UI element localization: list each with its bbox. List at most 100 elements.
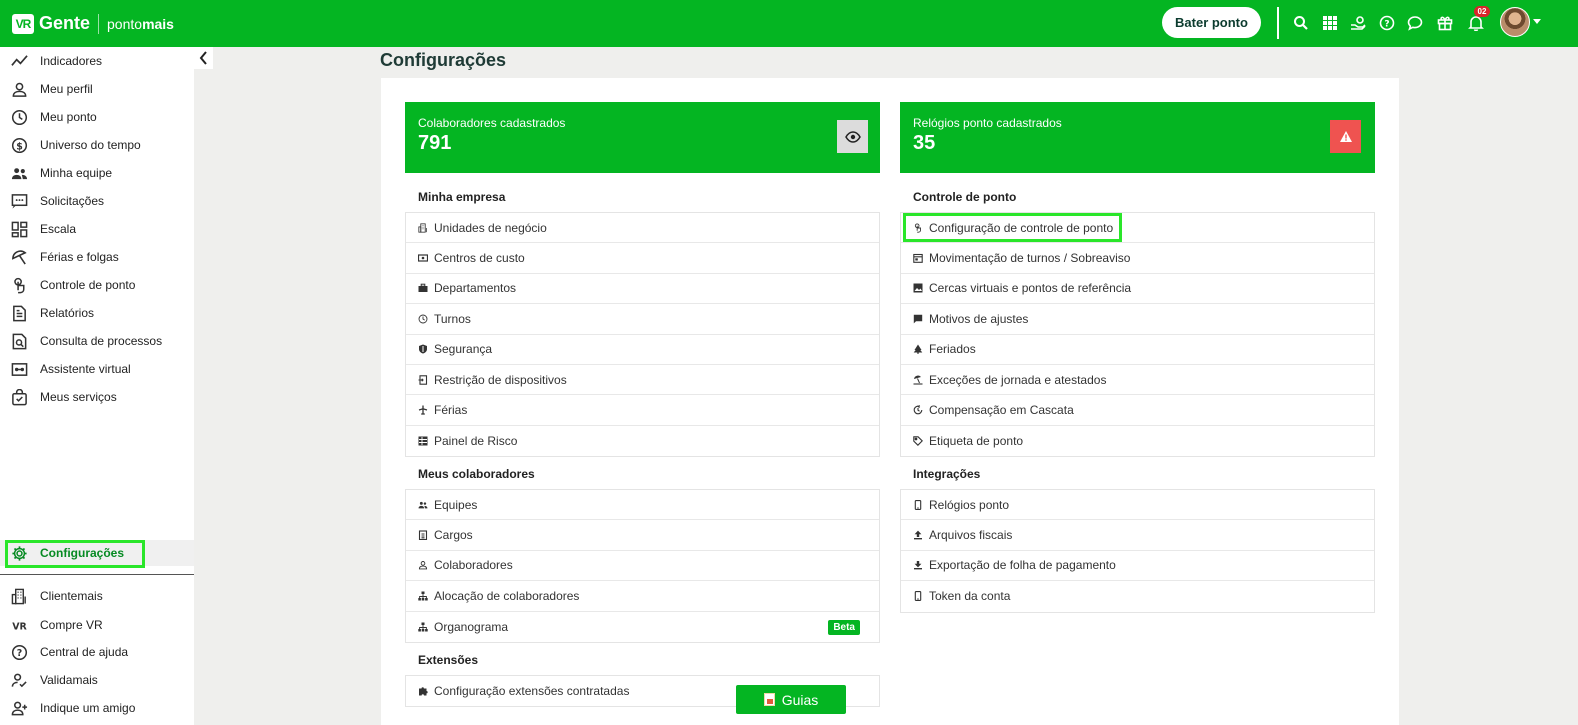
- sidebar-item-assistente-virtual[interactable]: Assistente virtual: [0, 356, 194, 382]
- download-icon: [913, 560, 923, 570]
- sidebar-item-relatorios[interactable]: Relatórios: [0, 300, 194, 326]
- settings-link[interactable]: Organograma Beta: [406, 612, 879, 642]
- settings-link[interactable]: Departamentos: [406, 274, 879, 305]
- stat-label: Colaboradores cadastrados: [418, 116, 566, 130]
- table-icon: [418, 436, 428, 446]
- settings-link[interactable]: Etiqueta de ponto: [901, 426, 1374, 456]
- settings-link-label: Departamentos: [434, 281, 517, 296]
- settings-link[interactable]: Movimentação de turnos / Sobreaviso: [901, 243, 1374, 274]
- settings-link[interactable]: Exceções de jornada e atestados: [901, 365, 1374, 396]
- map-image-icon: [913, 283, 923, 293]
- settings-link[interactable]: Feriados: [901, 335, 1374, 365]
- section-title: Integrações: [913, 467, 981, 481]
- message-dots-icon: [10, 192, 28, 210]
- header-divider: [1277, 7, 1279, 39]
- settings-link[interactable]: Motivos de ajustes: [901, 304, 1374, 335]
- chevron-left-icon: [199, 51, 207, 65]
- settings-link[interactable]: Equipes: [406, 490, 879, 521]
- settings-link[interactable]: Painel de Risco: [406, 426, 879, 456]
- settings-link[interactable]: Cercas virtuais e pontos de referência: [901, 274, 1374, 305]
- gift-icon[interactable]: [1436, 14, 1454, 32]
- avatar[interactable]: [1500, 7, 1530, 37]
- apps-grid-icon[interactable]: [1321, 14, 1339, 32]
- settings-link[interactable]: Unidades de negócio: [406, 213, 879, 244]
- settings-link[interactable]: Turnos: [406, 304, 879, 335]
- settings-link[interactable]: Exportação de folha de pagamento: [901, 551, 1374, 582]
- sidebar-item-configuracoes[interactable]: Configurações: [0, 540, 194, 568]
- settings-link[interactable]: Arquivos fiscais: [901, 520, 1374, 551]
- settings-link[interactable]: Centros de custo: [406, 243, 879, 274]
- settings-link-label: Equipes: [434, 497, 478, 512]
- sidebar-item-label: Relatórios: [40, 306, 95, 320]
- sidebar-item-indique-um-amigo[interactable]: Indique um amigo: [0, 695, 194, 721]
- time-clocks-alert-button[interactable]: [1330, 120, 1361, 153]
- collapse-sidebar-button[interactable]: [194, 47, 213, 69]
- brand-logo[interactable]: VR Gente pontomais: [12, 13, 174, 34]
- sidebar-item-meu-ponto[interactable]: Meu ponto: [0, 104, 194, 130]
- sidebar-item-label: Assistente virtual: [40, 362, 131, 376]
- settings-link-label: Alocação de colaboradores: [434, 588, 580, 603]
- help-icon[interactable]: ?: [1378, 14, 1396, 32]
- view-employees-button[interactable]: [837, 120, 868, 153]
- settings-link-label: Exceções de jornada e atestados: [929, 372, 1107, 387]
- settings-link[interactable]: Férias: [406, 395, 879, 426]
- sidebar-item-escala[interactable]: Escala: [0, 216, 194, 242]
- settings-link[interactable]: Restrição de dispositivos: [406, 365, 879, 396]
- settings-link-label: Arquivos fiscais: [929, 528, 1013, 543]
- sidebar-item-compre-vr[interactable]: VR Compre VR: [0, 612, 194, 638]
- settings-list: Unidades de negócio Centros de custo Depar…: [405, 212, 880, 458]
- settings-link-label: Turnos: [434, 311, 471, 326]
- chat-icon[interactable]: [1406, 14, 1424, 32]
- sidebar-item-validamais[interactable]: Validamais: [0, 667, 194, 693]
- svg-text:?: ?: [1384, 20, 1389, 30]
- settings-link[interactable]: Segurança: [406, 335, 879, 365]
- search-icon[interactable]: [1292, 14, 1310, 32]
- settings-link-label: Segurança: [434, 342, 493, 357]
- org-chart-icon: [418, 622, 428, 632]
- settings-link[interactable]: Relógios ponto: [901, 490, 1374, 521]
- vr-logo-icon: VR: [10, 616, 28, 634]
- sidebar-item-clientemais[interactable]: Clientemais: [0, 583, 194, 609]
- sidebar-item-consulta-de-processos[interactable]: Consulta de processos: [0, 328, 194, 354]
- search-document-icon: [10, 332, 28, 350]
- settings-link[interactable]: Alocação de colaboradores: [406, 581, 879, 612]
- sidebar-item-ferias-e-folgas[interactable]: Férias e folgas: [0, 244, 194, 270]
- settings-link[interactable]: Token da conta: [901, 581, 1374, 611]
- id-badge-icon: [418, 530, 428, 541]
- settings-link-label: Cercas virtuais e pontos de referência: [929, 281, 1132, 296]
- settings-link[interactable]: Compensação em Cascata: [901, 395, 1374, 426]
- settings-link-label: Motivos de ajustes: [929, 311, 1029, 326]
- settings-list: Configuração de controle de ponto Movimen…: [900, 212, 1375, 458]
- vr-logo-icon: VR: [12, 13, 34, 34]
- sidebar-item-label: Escala: [40, 222, 77, 236]
- section-title: Minha empresa: [418, 190, 506, 204]
- settings-link[interactable]: Colaboradores: [406, 551, 879, 582]
- settings-link-label: Colaboradores: [434, 558, 513, 573]
- sidebar-item-label: Validamais: [40, 673, 98, 687]
- sidebar-item-indicadores[interactable]: Indicadores: [0, 48, 194, 74]
- stat-employees: Colaboradores cadastrados 791: [405, 102, 880, 173]
- sidebar-item-meus-servicos[interactable]: Meus serviços: [0, 384, 194, 410]
- assistant-icon: [10, 360, 28, 378]
- settings-list: Equipes Cargos Colaboradores Alocação de co…: [405, 489, 880, 643]
- sidebar-item-label: Meus serviços: [40, 390, 117, 404]
- settings-link[interactable]: Cargos: [406, 520, 879, 551]
- chevron-down-icon[interactable]: [1533, 19, 1541, 24]
- sidebar-item-minha-equipe[interactable]: Minha equipe: [0, 160, 194, 186]
- guides-button[interactable]: Guias: [736, 685, 846, 714]
- section-title: Meus colaboradores: [418, 467, 535, 481]
- sidebar-item-solicitacoes[interactable]: Solicitações: [0, 188, 194, 214]
- tree-icon: [913, 344, 923, 355]
- sidebar-item-meu-perfil[interactable]: Meu perfil: [0, 76, 194, 102]
- user-plus-icon: [10, 699, 28, 717]
- sidebar-item-central-de-ajuda[interactable]: ? Central de ajuda: [0, 639, 194, 665]
- punch-clock-button[interactable]: Bater ponto: [1162, 7, 1261, 38]
- sidebar-divider: [0, 574, 194, 575]
- sidebar-item-universo-do-tempo[interactable]: $ Universo do tempo: [0, 132, 194, 158]
- settings-link-label: Token da conta: [929, 589, 1011, 604]
- sidebar-item-label: Férias e folgas: [40, 250, 119, 264]
- guides-label: Guias: [781, 691, 819, 708]
- settings-link-label: Centros de custo: [434, 251, 525, 266]
- hand-coin-icon[interactable]: [1349, 14, 1367, 32]
- sidebar-item-controle-de-ponto[interactable]: Controle de ponto: [0, 272, 194, 298]
